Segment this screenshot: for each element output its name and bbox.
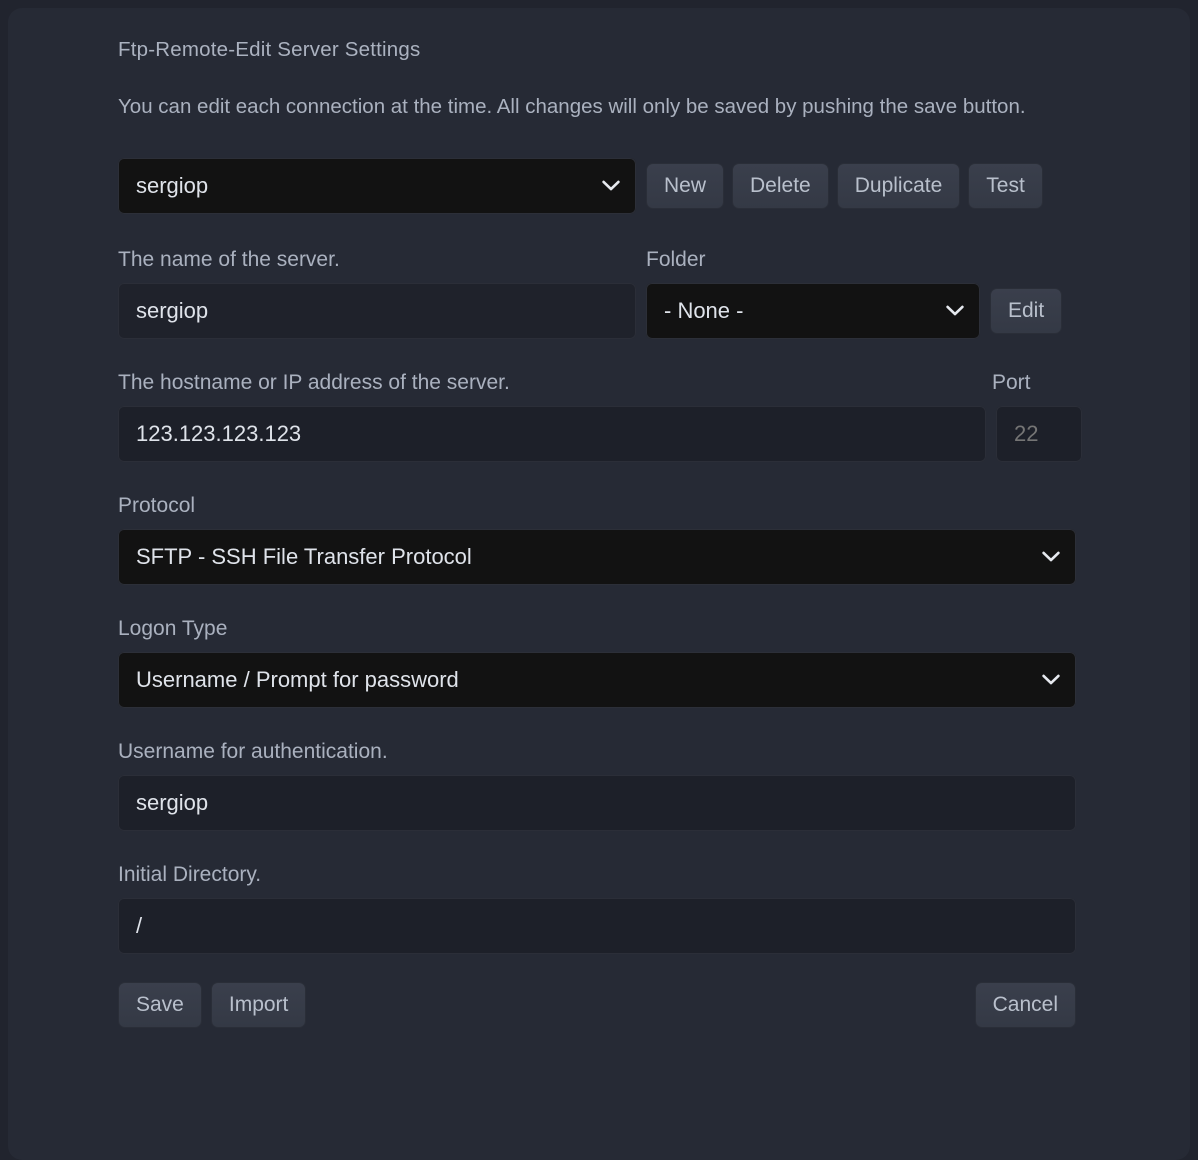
protocol-label: Protocol <box>118 494 196 517</box>
initial-directory-block: Initial Directory. <box>118 863 1088 954</box>
hostname-label: The hostname or IP address of the server… <box>118 371 510 394</box>
settings-content: Ftp-Remote-Edit Server Settings You can … <box>118 38 1088 1028</box>
folder-select[interactable]: - None - <box>646 283 980 339</box>
username-block: Username for authentication. <box>118 740 1088 831</box>
cancel-button[interactable]: Cancel <box>974 982 1076 1028</box>
delete-button[interactable]: Delete <box>732 163 829 209</box>
logon-type-select-value: Username / Prompt for password <box>136 667 459 692</box>
chevron-down-icon <box>1042 674 1060 686</box>
settings-panel: Ftp-Remote-Edit Server Settings You can … <box>8 8 1190 1160</box>
hostname-input[interactable] <box>118 406 986 462</box>
folder-select-value: - None - <box>664 298 744 323</box>
host-port-row <box>118 406 1088 462</box>
connection-row: sergiop New Delete Duplicate Test <box>118 158 1088 214</box>
logon-type-label: Logon Type <box>118 617 228 640</box>
chevron-down-icon <box>1042 551 1060 563</box>
form-actions-left: Save Import <box>118 982 307 1028</box>
initial-directory-label: Initial Directory. <box>118 863 262 886</box>
protocol-select-value: SFTP - SSH File Transfer Protocol <box>136 544 472 569</box>
page-description: You can edit each connection at the time… <box>118 95 1026 118</box>
connection-select-value: sergiop <box>136 173 209 198</box>
protocol-select[interactable]: SFTP - SSH File Transfer Protocol <box>118 529 1076 585</box>
logon-type-select[interactable]: Username / Prompt for password <box>118 652 1076 708</box>
server-name-label: The name of the server. <box>118 248 340 271</box>
server-name-input[interactable] <box>118 283 636 339</box>
initial-directory-input[interactable] <box>118 898 1076 954</box>
page-title: Ftp-Remote-Edit Server Settings <box>118 38 421 61</box>
port-label: Port <box>992 371 1031 394</box>
test-button[interactable]: Test <box>968 163 1043 209</box>
name-folder-labels: The name of the server. Folder <box>118 248 1088 283</box>
port-input[interactable] <box>996 406 1082 462</box>
logon-type-block: Logon Type Username / Prompt for passwor… <box>118 617 1088 708</box>
save-button[interactable]: Save <box>118 982 202 1028</box>
host-port-labels: The hostname or IP address of the server… <box>118 371 1088 406</box>
chevron-down-icon <box>946 305 964 317</box>
import-button[interactable]: Import <box>210 982 307 1028</box>
folder-label: Folder <box>646 248 706 271</box>
username-input[interactable] <box>118 775 1076 831</box>
username-label: Username for authentication. <box>118 740 388 763</box>
duplicate-button[interactable]: Duplicate <box>836 163 961 209</box>
form-actions: Save Import Cancel <box>118 982 1076 1028</box>
new-button[interactable]: New <box>646 163 725 209</box>
connection-actions: New Delete Duplicate Test <box>646 158 1066 209</box>
edit-folder-button[interactable]: Edit <box>990 288 1063 334</box>
name-folder-row: - None - Edit <box>118 283 1088 339</box>
connection-select[interactable]: sergiop <box>118 158 636 214</box>
form-actions-right: Cancel <box>974 982 1076 1028</box>
chevron-down-icon <box>602 180 620 192</box>
protocol-block: Protocol SFTP - SSH File Transfer Protoc… <box>118 494 1088 585</box>
